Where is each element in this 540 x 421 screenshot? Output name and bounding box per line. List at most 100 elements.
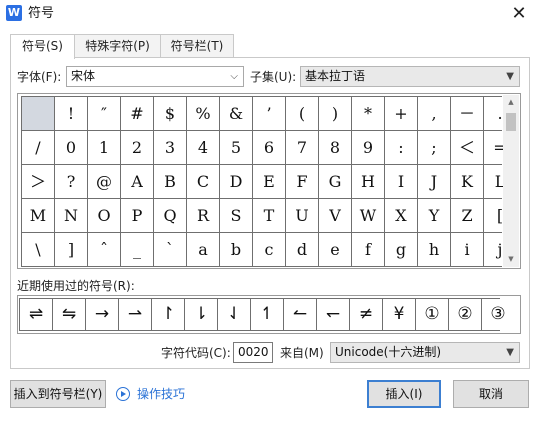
symbol-cell[interactable]: 6 [253,131,285,164]
symbol-cell[interactable]: i [451,233,483,266]
recent-symbol-cell[interactable]: ⇀ [119,299,151,330]
symbol-cell[interactable]: T [253,199,285,232]
insert-button[interactable]: 插入(I) [367,380,441,408]
symbol-cell[interactable]: b [220,233,252,266]
symbol-cell[interactable]: P [121,199,153,232]
symbol-cell[interactable]: g [385,233,417,266]
font-select[interactable]: 宋体 ⌵ [66,66,244,87]
symbol-cell[interactable]: e [319,233,351,266]
symbol-cell[interactable]: G [319,165,351,198]
symbol-cell[interactable]: E [253,165,285,198]
symbol-cell[interactable]: J [418,165,450,198]
symbol-cell[interactable]: , [418,97,450,130]
symbol-cell[interactable]: : [385,131,417,164]
symbol-cell-selected[interactable] [22,97,54,130]
tab-symbol[interactable]: 符号(S) [10,34,75,59]
symbol-cell[interactable]: V [319,199,351,232]
symbol-cell[interactable]: ’ [253,97,285,130]
vertical-scrollbar[interactable]: ▲ ▼ [503,95,519,267]
recent-symbol-cell[interactable]: ¥ [383,299,415,330]
symbol-cell[interactable]: X [385,199,417,232]
recent-symbol-cell[interactable]: ≠ [350,299,382,330]
symbol-cell[interactable]: 8 [319,131,351,164]
recent-symbol-cell[interactable]: ↾ [152,299,184,330]
symbol-cell[interactable]: － [451,97,483,130]
scroll-up-icon[interactable]: ▲ [503,95,519,110]
symbol-cell[interactable]: S [220,199,252,232]
recent-symbol-cell[interactable]: ① [416,299,448,330]
cancel-button[interactable]: 取消 [453,380,529,408]
symbol-cell[interactable]: M [22,199,54,232]
symbol-cell[interactable]: Z [451,199,483,232]
symbol-cell[interactable]: + [385,97,417,130]
symbol-cell[interactable]: ( [286,97,318,130]
symbol-cell[interactable]: 1 [88,131,120,164]
symbol-cell[interactable]: f [352,233,384,266]
play-circle-icon[interactable] [116,387,130,401]
symbol-cell[interactable]: ˆ [88,233,120,266]
symbol-cell[interactable]: * [352,97,384,130]
symbol-cell[interactable]: ? [55,165,87,198]
symbol-cell[interactable]: H [352,165,384,198]
symbol-cell[interactable]: a [187,233,219,266]
recent-symbol-cell[interactable]: ⇃ [218,299,250,330]
symbol-cell[interactable]: Y [418,199,450,232]
recent-symbol-cell[interactable]: ↼ [284,299,316,330]
symbol-cell[interactable]: % [187,97,219,130]
symbol-cell[interactable]: A [121,165,153,198]
symbol-cell[interactable]: ; [418,131,450,164]
insert-to-symbol-bar-button[interactable]: 插入到符号栏(Y) [10,380,106,408]
recent-symbol-cell[interactable]: ③ [482,299,514,330]
symbol-cell[interactable]: C [187,165,219,198]
symbol-cell[interactable]: Q [154,199,186,232]
symbol-cell[interactable]: ＜ [451,131,483,164]
scrollbar-thumb[interactable] [506,113,516,131]
symbol-cell[interactable]: O [88,199,120,232]
recent-symbol-cell[interactable]: ⇋ [53,299,85,330]
symbol-cell[interactable]: 5 [220,131,252,164]
symbol-cell[interactable]: 0 [55,131,87,164]
symbol-cell[interactable]: 3 [154,131,186,164]
symbol-cell[interactable]: ″ [88,97,120,130]
symbol-cell[interactable]: U [286,199,318,232]
symbol-cell[interactable]: 2 [121,131,153,164]
symbol-cell[interactable]: ) [319,97,351,130]
tab-symbol-bar[interactable]: 符号栏(T) [160,34,234,58]
symbol-cell[interactable]: K [451,165,483,198]
symbol-cell[interactable]: & [220,97,252,130]
recent-symbol-cell[interactable]: ⇂ [185,299,217,330]
symbol-cell[interactable]: $ [154,97,186,130]
symbol-cell[interactable]: N [55,199,87,232]
subset-select[interactable]: 基本拉丁语 ▼ [300,66,520,87]
scroll-down-icon[interactable]: ▼ [503,252,519,267]
from-select[interactable]: Unicode(十六进制) ▼ [330,342,520,363]
symbol-cell[interactable]: W [352,199,384,232]
symbol-cell[interactable]: c [253,233,285,266]
recent-symbol-cell[interactable]: ② [449,299,481,330]
symbol-cell[interactable]: @ [88,165,120,198]
symbol-cell[interactable]: \ [22,233,54,266]
recent-symbol-cell[interactable]: → [86,299,118,330]
symbol-cell[interactable]: d [286,233,318,266]
symbol-cell[interactable]: # [121,97,153,130]
symbol-cell[interactable]: h [418,233,450,266]
symbol-cell[interactable]: 4 [187,131,219,164]
symbol-cell[interactable]: R [187,199,219,232]
recent-symbol-cell[interactable]: ↿ [251,299,283,330]
symbol-cell[interactable]: F [286,165,318,198]
symbol-cell[interactable]: ] [55,233,87,266]
char-code-input[interactable]: 0020 [233,342,273,363]
tab-special-chars[interactable]: 特殊字符(P) [74,34,161,58]
tips-link[interactable]: 操作技巧 [137,386,185,402]
close-icon[interactable]: ✕ [508,3,530,25]
symbol-cell[interactable]: 7 [286,131,318,164]
symbol-cell[interactable]: / [22,131,54,164]
symbol-cell[interactable]: ` [154,233,186,266]
symbol-cell[interactable]: D [220,165,252,198]
recent-symbol-cell[interactable]: ⇌ [20,299,52,330]
symbol-cell[interactable]: 9 [352,131,384,164]
symbol-cell[interactable]: B [154,165,186,198]
recent-symbol-cell[interactable]: ↽ [317,299,349,330]
symbol-cell[interactable]: ＞ [22,165,54,198]
symbol-cell[interactable]: _ [121,233,153,266]
